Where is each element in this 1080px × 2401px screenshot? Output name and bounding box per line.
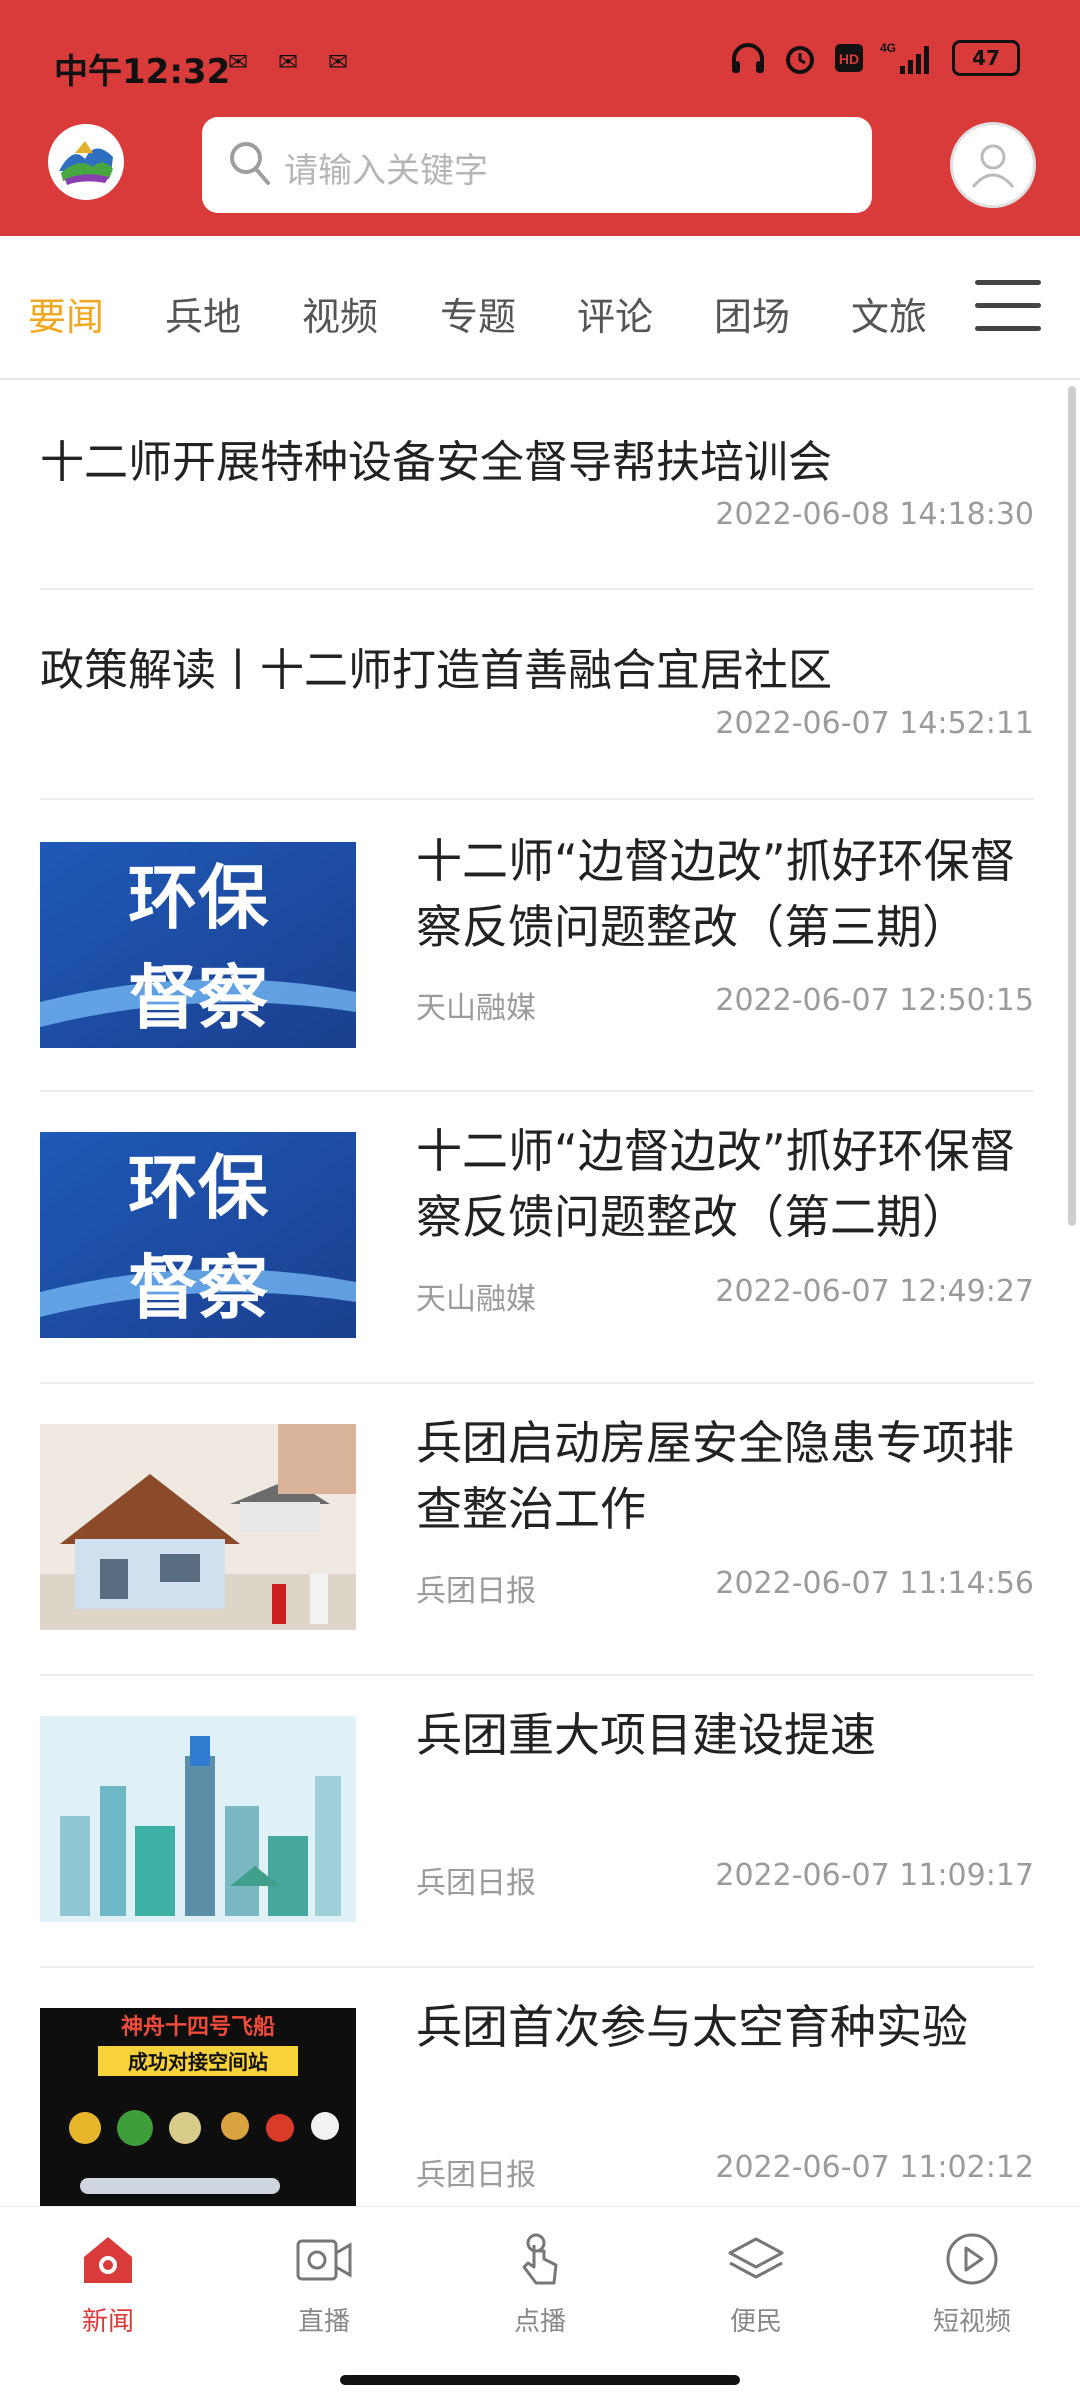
menu-icon[interactable] xyxy=(975,280,1041,332)
nav-vod[interactable]: 点播 xyxy=(480,2231,600,2338)
news-list: 十二师开展特种设备安全督导帮扶培训会 2022-06-08 14:18:30 政… xyxy=(0,380,1080,2206)
list-item[interactable]: 政策解读丨十二师打造首善融合宜居社区 2022-06-07 14:52:11 xyxy=(40,590,1034,800)
notification-icon: ✉ xyxy=(228,48,249,76)
thumb-text: 环保 xyxy=(128,856,269,939)
news-date: 2022-06-07 14:52:11 xyxy=(715,706,1034,741)
svg-text:HD: HD xyxy=(839,51,859,67)
status-bar: 中午12:32 ✉ ✉ ✉ HD 4G 47 xyxy=(0,0,1080,120)
tab-yaowen[interactable]: 要闻 xyxy=(28,286,104,341)
news-source: 天山融媒 xyxy=(416,991,536,1026)
bottom-nav: 新闻 直播 点播 便民 短视频 xyxy=(0,2206,1080,2401)
tap-icon xyxy=(522,2233,558,2285)
nav-label: 直播 xyxy=(297,2307,350,2337)
nav-label: 新闻 xyxy=(81,2307,134,2337)
status-right: HD 4G 47 xyxy=(730,40,1020,76)
search-bar[interactable]: 请输入关键字 xyxy=(202,117,872,213)
notification-icon: ✉ xyxy=(328,48,349,76)
tab-tuanchang[interactable]: 团场 xyxy=(714,286,790,341)
logo-icon xyxy=(59,141,113,185)
layers-icon xyxy=(728,2237,784,2279)
news-thumbnail: 神舟十四号飞船 成功对接空间站 xyxy=(40,2008,356,2206)
thumb-text: 督察 xyxy=(128,956,268,1039)
news-source: 兵团日报 xyxy=(416,2158,536,2193)
nav-short-video[interactable]: 短视频 xyxy=(912,2231,1032,2338)
tab-zhuanti[interactable]: 专题 xyxy=(440,286,516,341)
news-thumbnail: 环保 督察 xyxy=(40,842,356,1048)
4g-signal-icon: 4G xyxy=(880,41,929,74)
thumb-text: 神舟十四号飞船 xyxy=(121,2014,275,2040)
news-date: 2022-06-07 12:49:27 xyxy=(715,1274,1034,1309)
nav-label: 点播 xyxy=(513,2307,566,2337)
thumb-text: 环保 xyxy=(128,1146,269,1229)
thumb-text: 督察 xyxy=(128,1246,268,1329)
news-title: 政策解读丨十二师打造首善融合宜居社区 xyxy=(40,645,832,696)
nav-label: 短视频 xyxy=(932,2307,1011,2337)
news-date: 2022-06-07 11:09:17 xyxy=(715,1858,1034,1893)
news-date: 2022-06-07 11:02:12 xyxy=(715,2150,1034,2185)
nav-service[interactable]: 便民 xyxy=(696,2231,816,2338)
status-time: 中午12:32 xyxy=(54,52,231,92)
list-item[interactable]: 环保 督察 十二师“边督边改”抓好环保督察反馈问题整改（第二期） 天山融媒 20… xyxy=(40,1092,1034,1384)
search-placeholder: 请输入关键字 xyxy=(284,151,488,191)
news-source: 兵团日报 xyxy=(416,1866,536,1901)
app-logo[interactable] xyxy=(48,124,124,200)
nav-live[interactable]: 直播 xyxy=(264,2231,384,2338)
live-camera-icon xyxy=(296,2239,352,2281)
news-thumbnail xyxy=(40,1716,356,1922)
news-title: 十二师“边督边改”抓好环保督察反馈问题整改（第三期） xyxy=(416,834,1016,954)
notification-icon: ✉ xyxy=(278,48,299,76)
news-title: 兵团启动房屋安全隐患专项排查整治工作 xyxy=(416,1416,1014,1536)
tab-bingdi[interactable]: 兵地 xyxy=(165,286,241,341)
news-title: 十二师“边督边改”抓好环保督察反馈问题整改（第二期） xyxy=(416,1124,1016,1244)
news-thumbnail xyxy=(40,1424,356,1630)
news-source: 兵团日报 xyxy=(416,1574,536,1609)
news-title: 兵团首次参与太空育种实验 xyxy=(416,2000,968,2054)
user-icon xyxy=(971,144,1015,188)
thumb-text: 成功对接空间站 xyxy=(128,2050,268,2074)
play-icon xyxy=(946,2233,998,2285)
home-icon xyxy=(84,2237,132,2283)
tab-pinglun[interactable]: 评论 xyxy=(577,286,653,341)
news-date: 2022-06-08 14:18:30 xyxy=(715,497,1034,532)
category-tabs: 要闻 兵地 视频 专题 评论 团场 文旅 xyxy=(0,236,1080,380)
news-title: 十二师开展特种设备安全督导帮扶培训会 xyxy=(40,437,832,488)
search-icon xyxy=(230,142,270,185)
hd-icon: HD xyxy=(835,44,863,72)
battery-indicator: 47 xyxy=(952,40,1020,76)
tab-wenlv[interactable]: 文旅 xyxy=(851,286,927,341)
news-thumbnail: 环保 督察 xyxy=(40,1132,356,1338)
list-item[interactable]: 十二师开展特种设备安全督导帮扶培训会 2022-06-08 14:18:30 xyxy=(40,380,1034,590)
tab-shipin[interactable]: 视频 xyxy=(302,286,378,341)
alarm-icon xyxy=(786,46,814,74)
list-item[interactable]: 兵团启动房屋安全隐患专项排查整治工作 兵团日报 2022-06-07 11:14… xyxy=(40,1384,1034,1676)
list-item[interactable]: 兵团重大项目建设提速 兵团日报 2022-06-07 11:09:17 xyxy=(40,1676,1034,1968)
news-date: 2022-06-07 12:50:15 xyxy=(715,983,1034,1018)
svg-text:4G: 4G xyxy=(880,41,896,55)
news-date: 2022-06-07 11:14:56 xyxy=(715,1566,1034,1601)
app-header: 中午12:32 ✉ ✉ ✉ HD 4G 47 请输入关键字 xyxy=(0,0,1080,236)
nav-label: 便民 xyxy=(729,2307,782,2337)
home-indicator[interactable] xyxy=(340,2375,740,2385)
news-source: 天山融媒 xyxy=(416,1282,536,1317)
list-item[interactable]: 环保 督察 十二师“边督边改”抓好环保督察反馈问题整改（第三期） 天山融媒 20… xyxy=(40,800,1034,1092)
headphones-icon xyxy=(732,43,764,73)
scrollbar[interactable] xyxy=(1068,386,1076,1226)
nav-news[interactable]: 新闻 xyxy=(48,2231,168,2338)
news-title: 兵团重大项目建设提速 xyxy=(416,1708,876,1762)
list-item[interactable]: 神舟十四号飞船 成功对接空间站 兵团首次参与太空育种实验 兵团日报 2022-0… xyxy=(40,1968,1034,2206)
user-avatar[interactable] xyxy=(950,122,1036,208)
